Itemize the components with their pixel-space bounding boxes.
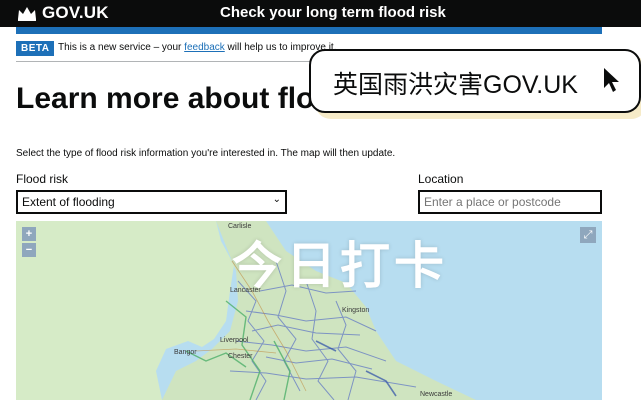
intro-text: Select the type of flood risk informatio…	[16, 148, 396, 159]
cursor-icon	[604, 68, 619, 92]
map-place-label: Chester	[228, 353, 253, 360]
service-name-link[interactable]: Check your long term flood risk	[220, 4, 446, 21]
chevron-down-icon: ⌄	[272, 194, 281, 205]
header-blue-bar	[16, 27, 602, 34]
callout-text: 英国雨洪灾害GOV.UK	[333, 71, 578, 99]
flood-risk-label: Flood risk	[16, 172, 69, 186]
zoom-out-button[interactable]: −	[22, 243, 36, 257]
map-place-label: Bangor	[174, 349, 197, 356]
beta-tag: BETA	[16, 41, 55, 56]
map-place-label: Liverpool	[220, 337, 249, 344]
flood-risk-selected-value: Extent of flooding	[22, 195, 115, 209]
crown-icon	[18, 7, 36, 21]
flood-risk-select[interactable]: Extent of flooding ⌄	[16, 190, 287, 214]
location-label: Location	[418, 172, 464, 186]
govuk-logo[interactable]: GOV.UK	[42, 3, 109, 23]
location-input[interactable]	[418, 190, 602, 214]
quote-mark-overlay: “	[200, 187, 224, 240]
stamp-overlay-text: 今日打卡	[232, 238, 448, 294]
phase-text-before: This is a new service – your	[58, 42, 185, 53]
map-place-label: Newcastle	[420, 391, 453, 398]
expand-icon[interactable]: ⤢	[580, 227, 596, 243]
zoom-in-button[interactable]: +	[22, 227, 36, 241]
map-place-label: Kingston	[342, 307, 370, 314]
phase-banner-text: This is a new service – your feedback wi…	[58, 42, 336, 53]
feedback-link[interactable]: feedback	[184, 42, 225, 53]
govuk-header: GOV.UK Check your long term flood risk	[0, 0, 641, 27]
callout-overlay: 英国雨洪灾害GOV.UK	[309, 49, 641, 113]
